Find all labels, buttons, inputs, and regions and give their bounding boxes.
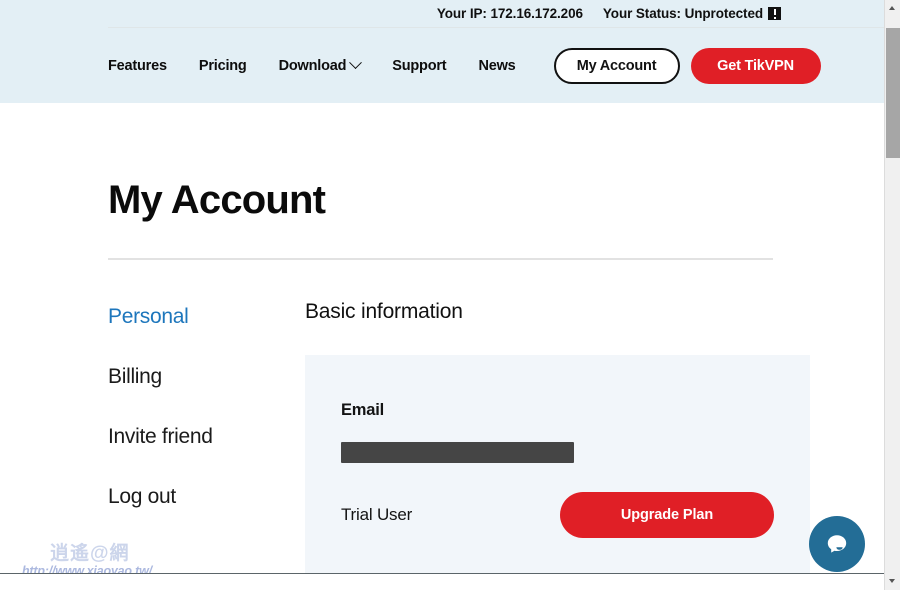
get-tikvpn-button[interactable]: Get TikVPN xyxy=(690,47,821,84)
nav-link-news[interactable]: News xyxy=(478,52,515,80)
top-status-bar: Your IP: 172.16.172.206 Your Status: Unp… xyxy=(0,0,884,27)
email-value-redacted xyxy=(341,441,574,463)
nav-link-pricing[interactable]: Pricing xyxy=(199,52,247,80)
basic-information-panel: Basic information Email Trial User Upgra… xyxy=(305,299,810,573)
main-content: My Account Personal Billing Invite frien… xyxy=(108,103,810,573)
scrollbar-thumb[interactable] xyxy=(886,28,900,158)
nav-link-support[interactable]: Support xyxy=(392,52,446,80)
panel-title: Basic information xyxy=(305,299,463,323)
account-sidebar: Personal Billing Invite friend Log out xyxy=(108,300,305,508)
plan-row: Trial User Upgrade Plan xyxy=(341,491,774,538)
status-text: Your Status: Unprotected xyxy=(602,6,763,21)
ip-address-text: Your IP: 172.16.172.206 xyxy=(436,6,583,21)
sidebar-item-billing[interactable]: Billing xyxy=(108,365,305,388)
vertical-scrollbar[interactable] xyxy=(884,0,900,590)
scroll-up-arrow-icon[interactable] xyxy=(885,0,900,17)
account-layout: Personal Billing Invite friend Log out B… xyxy=(108,299,810,573)
connection-status: Your Status: Unprotected xyxy=(603,6,781,21)
plan-status-label: Trial User xyxy=(341,504,413,524)
nav-label: Support xyxy=(392,57,447,74)
scroll-down-arrow-icon[interactable] xyxy=(885,573,900,590)
my-account-button[interactable]: My Account xyxy=(553,47,680,84)
alert-icon xyxy=(768,7,781,20)
page-content: Your IP: 172.16.172.206 Your Status: Unp… xyxy=(0,0,884,581)
nav-label: Download xyxy=(278,57,347,74)
nav-link-download[interactable]: Download xyxy=(278,52,363,80)
main-navigation: Features Pricing Download Support News M… xyxy=(108,28,884,103)
sidebar-item-personal[interactable]: Personal xyxy=(108,305,305,328)
sidebar-item-log-out[interactable]: Log out xyxy=(108,485,305,508)
nav-label: Features xyxy=(108,57,167,74)
viewport-bottom-edge xyxy=(0,573,884,581)
chat-bubble-icon xyxy=(827,535,847,553)
chevron-down-icon xyxy=(349,56,363,70)
email-label: Email xyxy=(341,400,385,419)
nav-label: News xyxy=(478,57,516,74)
site-header: Your IP: 172.16.172.206 Your Status: Unp… xyxy=(0,0,884,103)
basic-information-card: Email Trial User Upgrade Plan xyxy=(305,354,810,573)
page-title: My Account xyxy=(108,178,326,222)
browser-viewport: Your IP: 172.16.172.206 Your Status: Unp… xyxy=(0,0,900,590)
nav-label: Pricing xyxy=(198,57,247,74)
nav-link-features[interactable]: Features xyxy=(108,52,167,80)
chat-widget-button[interactable] xyxy=(809,516,865,572)
upgrade-plan-button[interactable]: Upgrade Plan xyxy=(560,491,774,538)
sidebar-item-invite-friend[interactable]: Invite friend xyxy=(108,425,305,448)
title-divider xyxy=(108,258,773,260)
